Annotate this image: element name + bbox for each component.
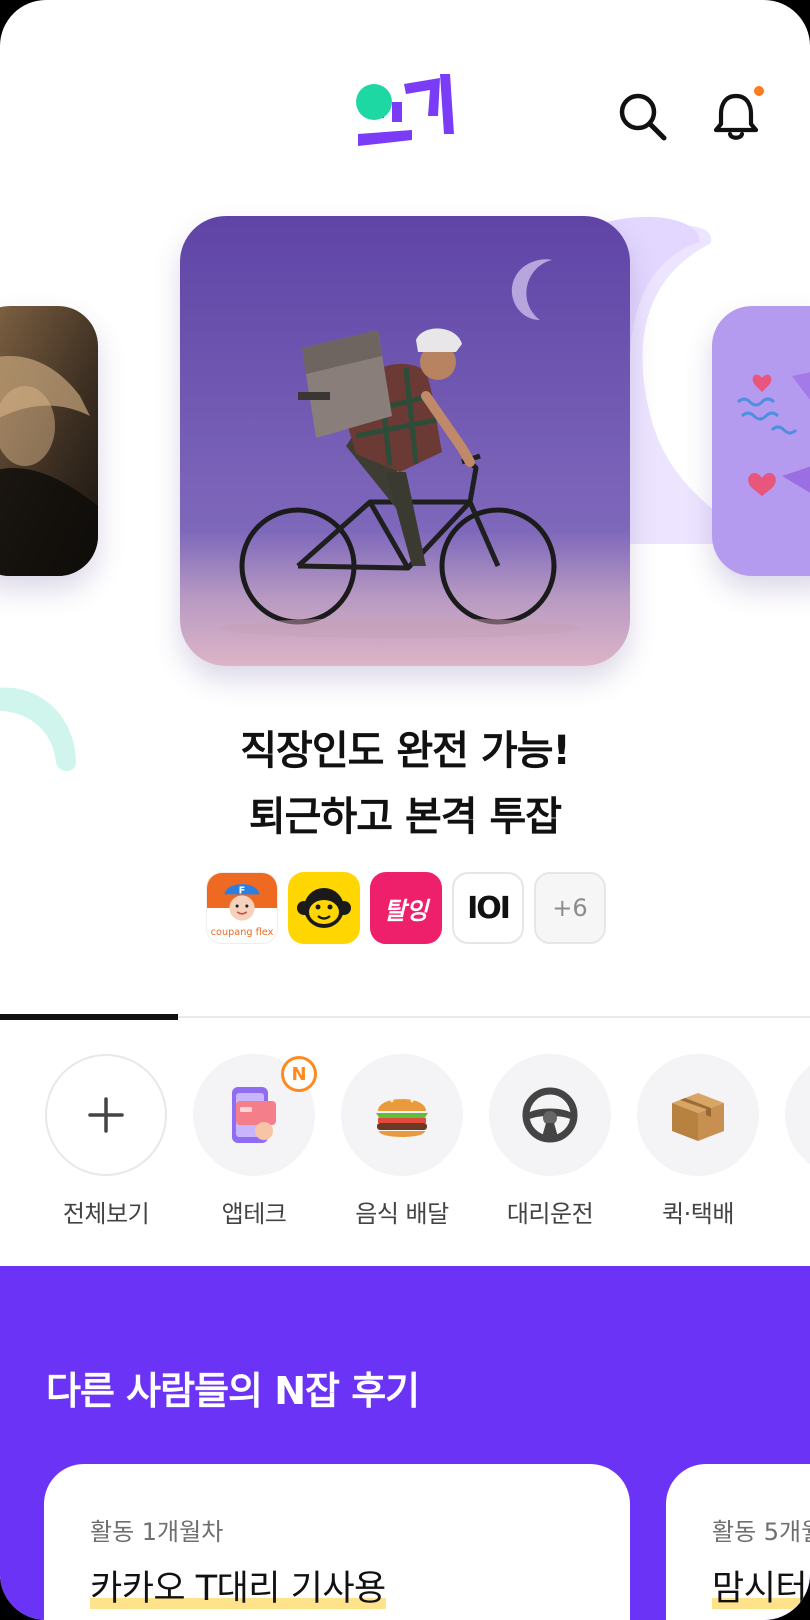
delivery-cyclist-image <box>180 216 630 666</box>
phone-card-icon <box>232 1087 276 1143</box>
category-food-delivery-button[interactable] <box>341 1054 463 1176</box>
carousel-card-main[interactable] <box>180 216 630 666</box>
category-apptech-button[interactable]: N <box>193 1054 317 1176</box>
category-quick-parcel-button[interactable] <box>637 1054 759 1176</box>
more-partners-chip[interactable]: +6 <box>534 872 606 944</box>
category-next-partial[interactable] <box>785 1054 810 1176</box>
monkey-app-icon[interactable] <box>288 872 360 944</box>
review-title: 맘시터 <box>712 1560 808 1611</box>
notification-dot <box>752 84 766 98</box>
plus-icon <box>88 1097 124 1133</box>
taling-label: 탈잉 <box>383 896 429 925</box>
review-card[interactable]: 활동 5개월 맘시터 <box>666 1464 810 1620</box>
category-apptech[interactable]: N 앱테크 <box>193 1054 317 1229</box>
reviews-section: 다른 사람들의 N잡 후기 활동 1개월차 카카오 T대리 기사용 활동 5개월… <box>0 1266 810 1620</box>
category-label: 앱테크 <box>221 1200 287 1228</box>
review-activity-period: 활동 5개월 <box>712 1518 810 1546</box>
partner-app-list: F coupang flex 탈잉 IOI +6 <box>206 872 606 944</box>
category-all[interactable]: 전체보기 <box>45 1054 167 1229</box>
category-label: 음식 배달 <box>355 1200 449 1228</box>
coupang-flex-badge: F <box>239 885 246 896</box>
carousel-card-next[interactable] <box>712 306 810 576</box>
category-designated-driving-button[interactable] <box>489 1054 611 1176</box>
category-label: 퀵·택배 <box>662 1200 734 1228</box>
carousel-headline-line1: 직장인도 완전 가능! <box>240 728 571 774</box>
coupang-flex-app-icon[interactable]: F coupang flex <box>206 872 278 944</box>
app-logo[interactable] <box>352 74 456 160</box>
ioi-label: IOI <box>467 890 511 926</box>
category-label: 전체보기 <box>62 1200 150 1228</box>
category-quick-parcel[interactable]: 퀵·택배 <box>637 1054 759 1229</box>
box-icon <box>672 1093 724 1141</box>
carousel-image-prev <box>0 306 98 576</box>
carousel-card-prev[interactable] <box>0 306 98 576</box>
new-badge: N <box>281 1056 317 1092</box>
review-title-text: 카카오 T대리 기사용 <box>90 1569 386 1609</box>
coupang-flex-label: coupang flex <box>211 927 274 938</box>
carousel-progress-indicator <box>0 1014 179 1020</box>
review-title-text: 맘시터 <box>712 1569 808 1609</box>
review-activity-period: 활동 1개월차 <box>90 1518 224 1546</box>
taling-app-icon[interactable]: 탈잉 <box>370 872 442 944</box>
category-food-delivery[interactable]: 음식 배달 <box>341 1054 463 1229</box>
carousel-image-next <box>712 306 810 576</box>
search-icon[interactable] <box>614 88 670 144</box>
reviews-title: 다른 사람들의 N잡 후기 <box>46 1369 420 1413</box>
category-all-button[interactable] <box>45 1054 167 1176</box>
steering-wheel-icon <box>522 1087 578 1143</box>
carousel-headline-line2: 퇴근하고 본격 투잡 <box>248 794 562 840</box>
category-label: 대리운전 <box>506 1200 594 1228</box>
review-title: 카카오 T대리 기사용 <box>90 1560 386 1611</box>
ioi-app-icon[interactable]: IOI <box>452 872 524 944</box>
category-next-button[interactable] <box>785 1054 810 1176</box>
burger-icon <box>376 1096 428 1137</box>
review-card[interactable]: 활동 1개월차 카카오 T대리 기사용 <box>44 1464 630 1620</box>
screen: 직장인도 완전 가능! 퇴근하고 본격 투잡 F coupang flex 탈잉… <box>0 0 810 1620</box>
category-designated-driving[interactable]: 대리운전 <box>489 1054 611 1229</box>
